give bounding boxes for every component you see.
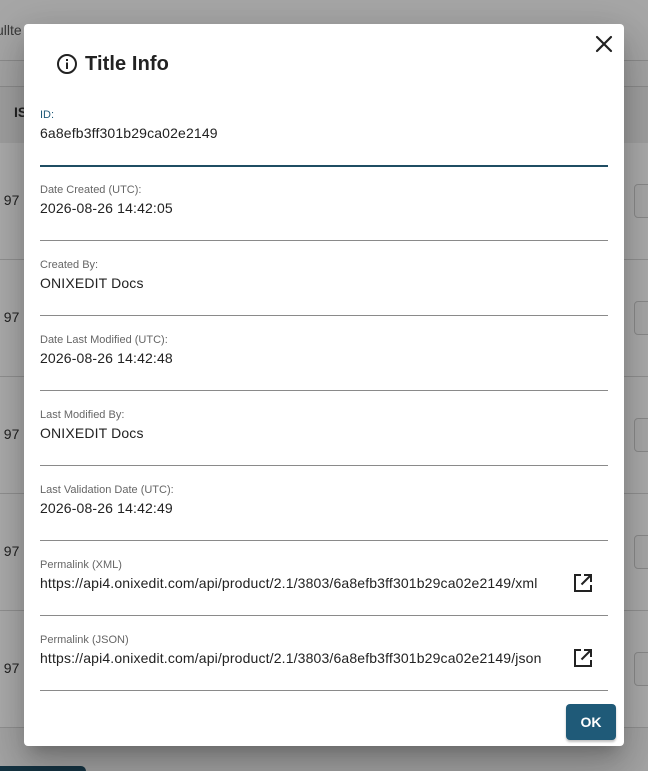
dialog-title: Title Info <box>56 52 169 76</box>
open-permalink-xml-button[interactable] <box>571 573 595 597</box>
last-modified-by-field[interactable]: Last Modified By: ONIXEDIT Docs <box>40 399 608 466</box>
permalink-xml-field[interactable]: Permalink (XML) https://api4.onixedit.co… <box>40 549 608 616</box>
id-field[interactable]: ID: 6a8efb3ff301b29ca02e2149 <box>40 99 608 167</box>
info-icon <box>56 53 78 75</box>
close-icon <box>595 35 613 58</box>
date-created-field[interactable]: Date Created (UTC): 2026-08-26 14:42:05 <box>40 174 608 241</box>
last-validation-date-field[interactable]: Last Validation Date (UTC): 2026-08-26 1… <box>40 474 608 541</box>
open-permalink-json-button[interactable] <box>571 648 595 672</box>
date-last-modified-label: Date Last Modified (UTC): <box>40 334 168 346</box>
title-info-dialog: Title Info ID: 6a8efb3ff301b29ca02e2149 … <box>24 24 624 746</box>
created-by-field[interactable]: Created By: ONIXEDIT Docs <box>40 249 608 316</box>
permalink-xml-value[interactable]: https://api4.onixedit.com/api/product/2.… <box>40 575 560 591</box>
created-by-value[interactable]: ONIXEDIT Docs <box>40 275 560 291</box>
id-field-label: ID: <box>40 109 55 121</box>
last-modified-by-value[interactable]: ONIXEDIT Docs <box>40 425 560 441</box>
permalink-json-field[interactable]: Permalink (JSON) https://api4.onixedit.c… <box>40 624 608 691</box>
dialog-title-text: Title Info <box>85 52 169 75</box>
date-last-modified-field[interactable]: Date Last Modified (UTC): 2026-08-26 14:… <box>40 324 608 391</box>
permalink-xml-label: Permalink (XML) <box>40 559 122 571</box>
last-modified-by-label: Last Modified By: <box>40 409 125 421</box>
created-by-label: Created By: <box>40 259 99 271</box>
permalink-json-value[interactable]: https://api4.onixedit.com/api/product/2.… <box>40 650 560 666</box>
date-created-label: Date Created (UTC): <box>40 184 142 196</box>
id-field-value[interactable]: 6a8efb3ff301b29ca02e2149 <box>40 125 560 141</box>
date-last-modified-value[interactable]: 2026-08-26 14:42:48 <box>40 350 560 366</box>
open-in-new-icon <box>572 572 594 599</box>
date-created-value[interactable]: 2026-08-26 14:42:05 <box>40 200 560 216</box>
open-in-new-icon <box>572 647 594 674</box>
close-button[interactable] <box>590 32 618 60</box>
ok-button[interactable]: OK <box>566 704 616 740</box>
permalink-json-label: Permalink (JSON) <box>40 634 129 646</box>
last-validation-date-label: Last Validation Date (UTC): <box>40 484 174 496</box>
last-validation-date-value[interactable]: 2026-08-26 14:42:49 <box>40 500 560 516</box>
